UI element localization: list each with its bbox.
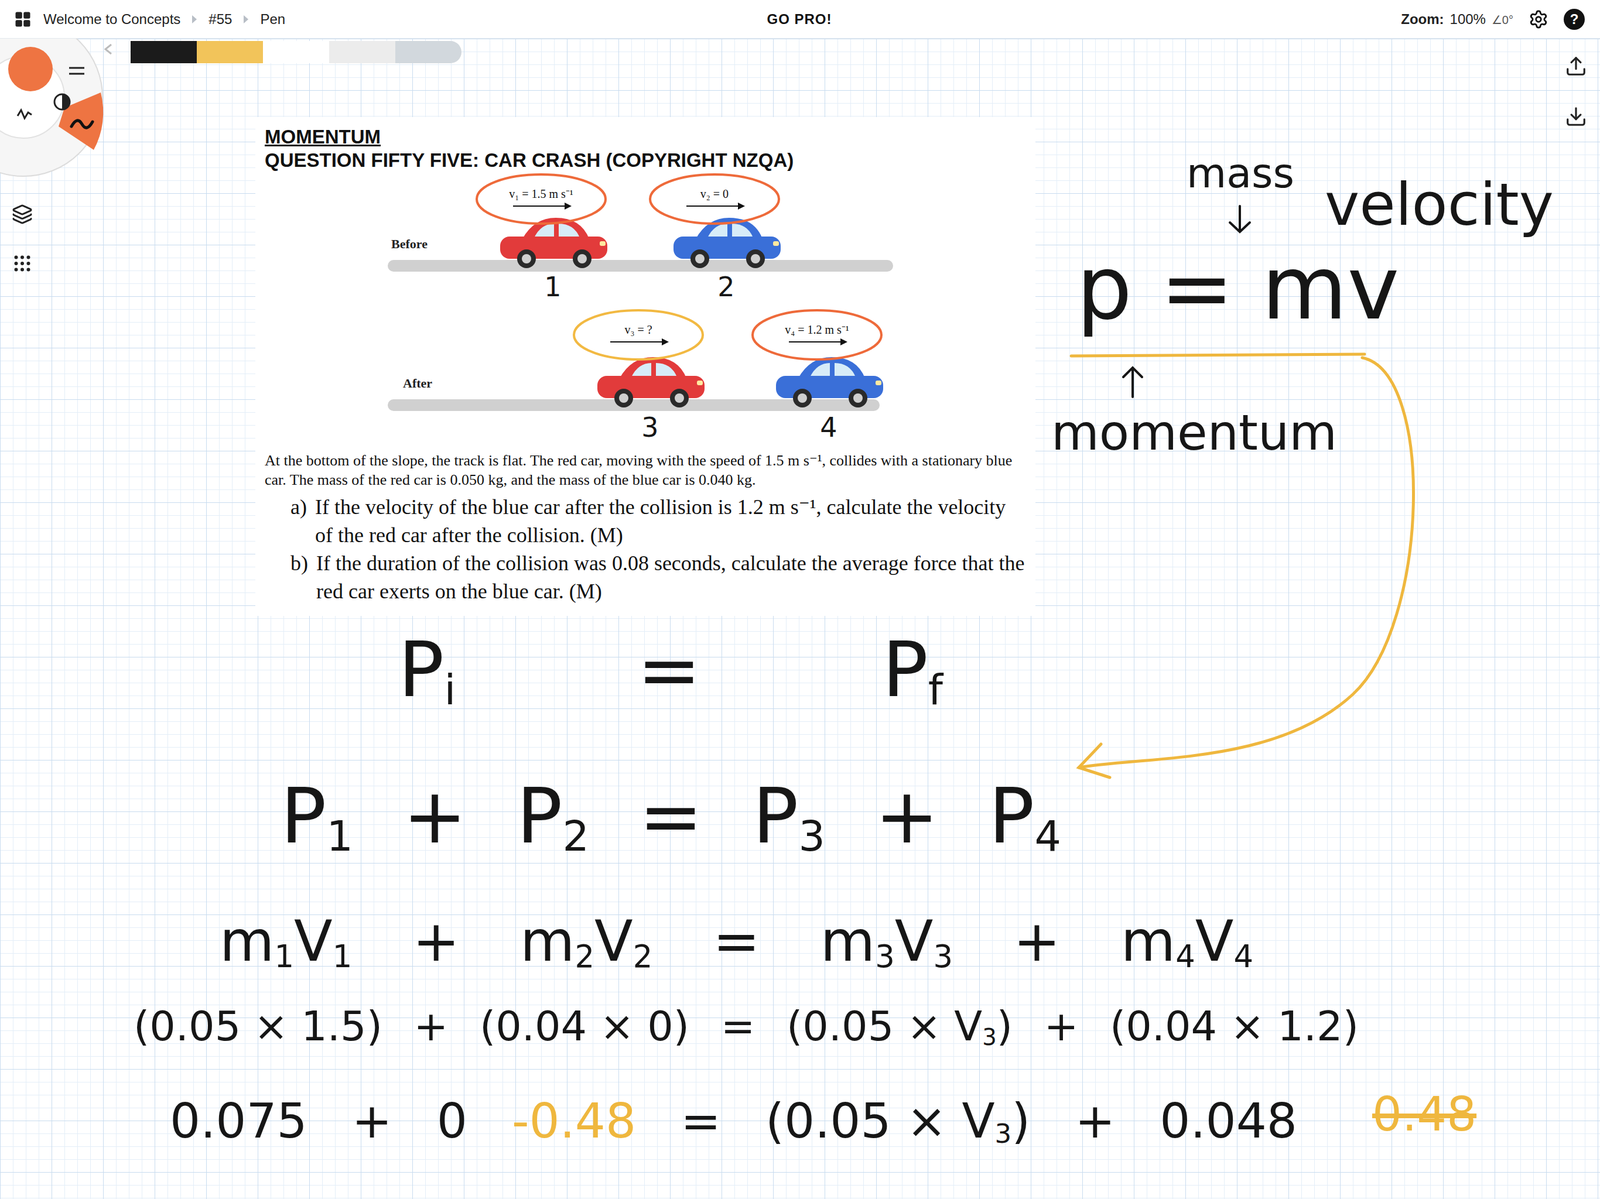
go-pro-button[interactable]: GO PRO! [766, 11, 832, 28]
svg-text:v₁ = 1.5 m s⁻¹: v₁ = 1.5 m s⁻¹ [508, 187, 574, 201]
equation-term: + [1044, 1002, 1079, 1052]
svg-text:4: 4 [819, 411, 837, 444]
equation-line: m1V1 + m2V2 = m3V3 + m4V4 [219, 908, 1254, 976]
question-text: At the bottom of the slope, the track is… [264, 450, 1027, 490]
equation-term: -0.48 [511, 1092, 637, 1151]
breadcrumb[interactable]: #55 [208, 11, 232, 28]
equation-term: 0 [436, 1092, 468, 1151]
equation-term: = [712, 908, 760, 976]
car-icon [500, 217, 608, 269]
question-document: MOMENTUMQUESTION FIFTY FIVE: CAR CRASH (… [255, 117, 1036, 617]
equation-term: = [638, 770, 703, 863]
equation-term: = [680, 1092, 721, 1151]
svg-text:v₃ = ?: v₃ = ? [624, 323, 652, 337]
equation-term: (0.05 × V3) [786, 1002, 1013, 1052]
formula-label: velocity [1324, 171, 1554, 239]
equation-term: = [720, 1002, 756, 1052]
equation-term: Pi [398, 624, 456, 716]
car: v₃ = ? 3 [573, 310, 705, 444]
equation-term: m4V4 [1120, 908, 1254, 976]
car-icon [775, 357, 884, 408]
formula: p = mv [1076, 237, 1400, 340]
equation-term: + [402, 770, 467, 863]
equation-term: (0.04 × 0) [479, 1002, 690, 1052]
tool-wheel[interactable] [0, 38, 141, 188]
equation-term: + [1074, 1092, 1116, 1151]
formula-label: mass [1186, 149, 1295, 198]
side-note: 0.48 [1372, 1088, 1477, 1143]
tool-wheel-icon[interactable] [0, 38, 141, 186]
svg-text:After: After [402, 375, 433, 391]
equation-term: + [414, 1002, 449, 1052]
color-swatch[interactable] [395, 40, 462, 64]
equation-term: (0.05 × V3) [765, 1092, 1031, 1151]
breadcrumb-separator [243, 15, 249, 24]
car-crash-diagram: Before After v₁ = 1.5 m s⁻¹ 1 v₂ = 0 2 v₃ = ? 3… [255, 172, 1036, 448]
svg-text:v₄ = 1.2 m s⁻¹: v₄ = 1.2 m s⁻¹ [784, 323, 850, 337]
top-bar: Welcome to Concepts#55PenGO PRO!Zoom:100… [0, 0, 1600, 39]
equation-term: P4 [988, 770, 1062, 863]
equation-term: = [637, 624, 702, 716]
breadcrumb[interactable]: Welcome to Concepts [43, 11, 181, 28]
breadcrumb-separator [192, 15, 197, 24]
gallery-icon[interactable] [14, 10, 32, 29]
concepts-app: Welcome to Concepts#55PenGO PRO!Zoom:100… [0, 0, 1600, 1199]
gear-icon[interactable] [1528, 9, 1549, 30]
svg-text:2: 2 [717, 271, 735, 303]
equation-line: Pi = Pf [398, 624, 943, 716]
color-swatch[interactable] [262, 40, 330, 64]
document-title: MOMENTUM [264, 125, 1027, 149]
svg-text:Before: Before [391, 236, 428, 252]
equation-line: (0.05 × 1.5) + (0.04 × 0) = (0.05 × V3) + (0.0… [133, 1002, 1359, 1052]
car-icon [597, 357, 705, 408]
equation-term: + [874, 770, 939, 863]
equation-term: P2 [516, 770, 590, 863]
help-button[interactable]: ? [1563, 8, 1585, 30]
equation-term: Pf [881, 624, 943, 716]
color-swatch[interactable] [329, 40, 396, 64]
svg-text:1: 1 [544, 271, 562, 303]
equation-term: P3 [752, 770, 826, 863]
diagram-row: Before [387, 236, 894, 272]
color-swatch[interactable] [130, 40, 197, 64]
equation-term: m1V1 [219, 908, 352, 976]
color-swatches [130, 40, 462, 64]
question-item: a)If the velocity of the blue car after … [264, 493, 1027, 550]
equation-term: 0.075 [169, 1092, 308, 1151]
equation-term: 0.048 [1159, 1092, 1298, 1151]
svg-text:v₂ = 0: v₂ = 0 [700, 187, 729, 201]
equation-term: + [1013, 908, 1061, 976]
left-tools [11, 203, 33, 275]
right-tools [1564, 55, 1588, 128]
question-item: b)If the duration of the collision was 0… [264, 549, 1027, 606]
view-controls: Zoom:100%∠0°? [832, 8, 1586, 30]
car-icon [673, 217, 781, 269]
zoom-indicator[interactable]: Zoom:100%∠0° [1400, 11, 1514, 28]
grid-icon[interactable] [11, 253, 33, 275]
breadcrumb[interactable]: Pen [260, 11, 286, 28]
car: v₁ = 1.5 m s⁻¹ 1 [476, 174, 608, 303]
equation-term: (0.05 × 1.5) [133, 1002, 383, 1052]
color-swatch[interactable] [196, 40, 263, 64]
equation-term: + [351, 1092, 393, 1151]
equation-line: P1 + P2 = P3 + P4 [280, 770, 1062, 863]
document-subtitle: QUESTION FIFTY FIVE: CAR CRASH (COPYRIGH… [264, 148, 1027, 173]
upload-icon[interactable] [1564, 55, 1588, 78]
equation-term: + [412, 908, 460, 976]
formula-label: momentum [1051, 404, 1338, 462]
download-icon[interactable] [1564, 105, 1588, 128]
svg-text:3: 3 [641, 411, 659, 444]
drawing-canvas[interactable]: MOMENTUMQUESTION FIFTY FIVE: CAR CRASH (… [0, 38, 1600, 1199]
car: v₄ = 1.2 m s⁻¹ 4 [752, 310, 884, 444]
equation-term: P1 [280, 770, 354, 863]
equation-term: (0.04 × 1.2) [1109, 1002, 1359, 1052]
equation-term: m3V3 [820, 908, 953, 976]
equation-line: 0.075 +0 -0.48 = (0.05 × V3) +0.048 [169, 1092, 1298, 1151]
breadcrumbs: Welcome to Concepts #55 Pen [14, 10, 767, 29]
equation-term: m2V2 [520, 908, 653, 976]
layers-icon[interactable] [11, 203, 33, 225]
car: v₂ = 0 2 [650, 174, 781, 303]
